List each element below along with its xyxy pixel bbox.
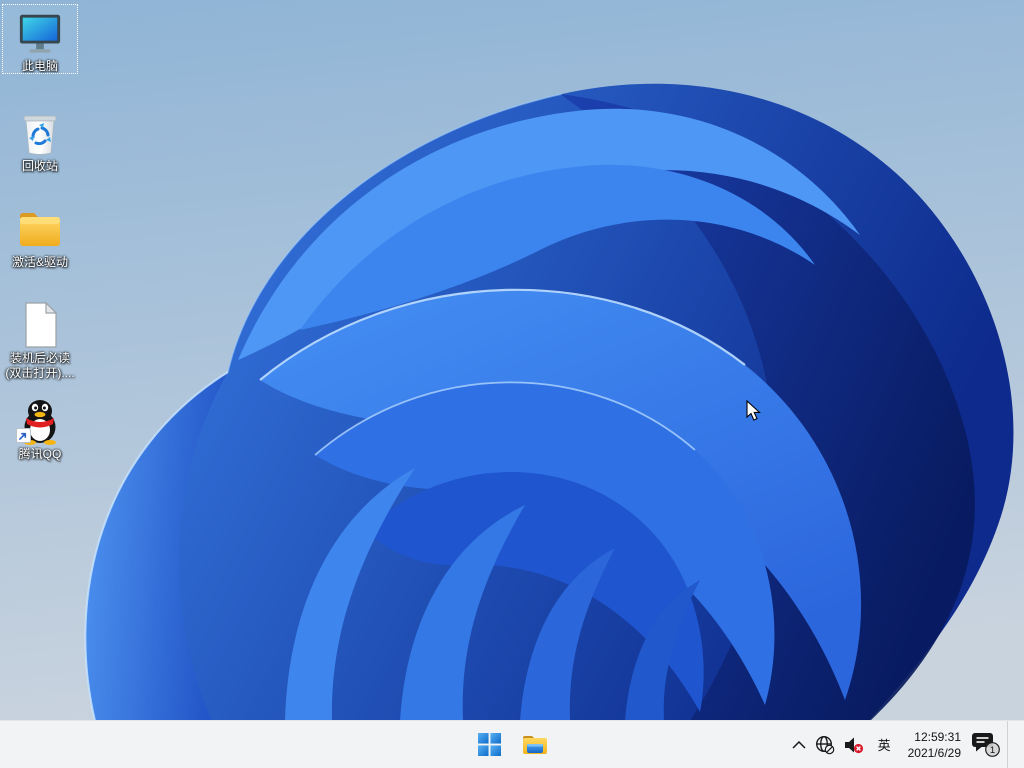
monitor-icon <box>16 9 64 57</box>
folder-icon <box>16 205 64 253</box>
desktop-screen: 此电脑 回收站 激活&驱动 装机后必读(双击打开).... 腾讯QQ 英 12:… <box>0 0 1024 768</box>
desktop-icon-label: 激活&驱动 <box>11 255 68 269</box>
chevron-up-icon <box>792 740 806 749</box>
start-button[interactable] <box>471 727 507 763</box>
desktop-icon-label: 腾讯QQ <box>18 447 62 461</box>
document-icon <box>16 301 64 349</box>
show-hidden-icons-button[interactable] <box>788 728 810 762</box>
volume-button[interactable] <box>839 728 869 762</box>
notification-icon: 1 <box>972 732 1000 757</box>
wallpaper-bloom <box>0 0 1024 721</box>
speaker-muted-icon <box>844 737 863 753</box>
system-tray: 英 12:59:31 2021/6/29 1 <box>788 721 1024 768</box>
desktop-icon-label: 装机后必读(双击打开).... <box>5 351 75 380</box>
clock-date: 2021/6/29 <box>907 745 961 760</box>
notification-badge: 1 <box>990 745 995 756</box>
windows-logo-icon <box>477 733 501 756</box>
input-method-indicator[interactable]: 英 <box>869 728 900 762</box>
desktop-icon-this-pc[interactable]: 此电脑 <box>2 4 78 74</box>
shortcut-arrow-icon <box>16 428 31 443</box>
file-explorer-button[interactable] <box>517 727 553 763</box>
desktop-icon-tencent-qq[interactable]: 腾讯QQ <box>2 392 78 462</box>
desktop-icon-label: 此电脑 <box>21 59 58 73</box>
show-desktop-strip[interactable] <box>1007 721 1014 768</box>
notification-center-button[interactable]: 1 <box>969 728 1003 762</box>
input-method-label: 英 <box>877 738 891 753</box>
recycle-bin-icon <box>16 109 64 157</box>
globe-no-internet-icon <box>815 735 834 755</box>
desktop-icon-readme[interactable]: 装机后必读(双击打开).... <box>2 296 78 381</box>
qq-icon <box>16 397 64 445</box>
clock-time: 12:59:31 <box>914 729 961 744</box>
network-button[interactable] <box>810 728 839 762</box>
bloom-art <box>0 0 1024 721</box>
taskbar: 英 12:59:31 2021/6/29 1 <box>0 720 1024 768</box>
taskbar-clock[interactable]: 12:59:31 2021/6/29 <box>900 729 969 761</box>
desktop-icon-activation-drivers[interactable]: 激活&驱动 <box>2 200 78 270</box>
desktop-icon-recycle-bin[interactable]: 回收站 <box>2 104 78 174</box>
taskbar-center <box>471 721 553 768</box>
file-explorer-icon <box>523 735 547 754</box>
desktop-icon-label: 回收站 <box>21 159 58 173</box>
